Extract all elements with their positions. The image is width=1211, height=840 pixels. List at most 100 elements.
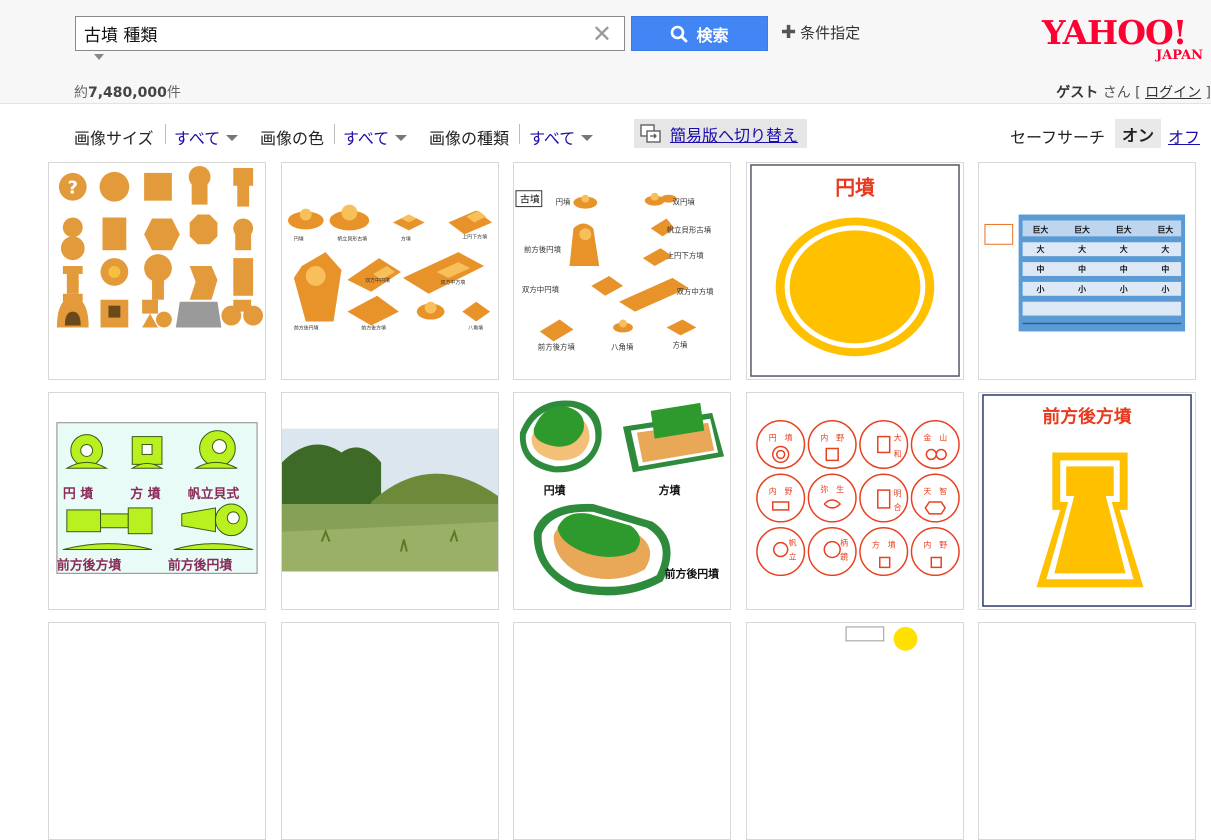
kofun-3d-types-image: 円墳 帆立貝形古墳 方墳 上円下方墳 前方後円墳 双方中円墳 双方中方墳 前方後…	[287, 204, 493, 331]
tile-label: 上円下方墳	[667, 250, 705, 260]
size-filter-label: 画像サイズ	[74, 129, 154, 148]
safesearch-on[interactable]: オン	[1115, 119, 1161, 148]
chart-cell: 巨大	[1157, 224, 1173, 234]
guest-label: ゲスト	[1056, 85, 1099, 101]
kofun-size-chart-image: 巨大 巨大 巨大 巨大 大 大 大 大 中 中 中 中 小 小 小 小	[984, 214, 1186, 332]
tile-label: 帆立貝形古墳	[667, 224, 712, 234]
stamp-char: 合	[894, 502, 902, 512]
stamp-char: 円	[769, 434, 777, 443]
tile-label: 前方後円墳	[665, 566, 720, 580]
tile-label: 前方後円墳	[524, 244, 562, 254]
image-result[interactable]: 円 墳 方 墳 帆立貝式 前方後方墳 前方後円墳	[48, 392, 266, 610]
image-result[interactable]	[48, 622, 266, 840]
tile-label: 前方後方墳	[538, 341, 576, 351]
simple-version-switch[interactable]: 簡易版へ切り替え	[634, 119, 807, 148]
stamp-char: 野	[836, 434, 844, 443]
stamp-char: 墳	[785, 433, 793, 443]
history-dropdown-icon[interactable]	[94, 54, 104, 60]
stamp-char: 智	[939, 486, 947, 496]
kofun-stamps-image: 円 墳 内 野 大 和 金 山 内 野 弥 生 明 合 天 智 帆 立 柄 鏡 …	[756, 420, 960, 577]
image-result[interactable]	[513, 622, 731, 840]
search-input[interactable]	[84, 17, 584, 50]
image-result[interactable]: 前方後方墳	[978, 392, 1196, 610]
svg-text:?: ?	[68, 178, 78, 199]
chart-cell: 小	[1161, 284, 1169, 294]
image-result[interactable]	[978, 622, 1196, 840]
kofun-photo-image	[282, 393, 498, 609]
tile-label: 円墳	[544, 483, 566, 497]
stamp-char: 生	[836, 484, 844, 494]
stamp-char: 帆	[789, 538, 797, 548]
chart-cell: 巨大	[1074, 224, 1090, 234]
tile-label: 帆立貝式	[188, 486, 240, 502]
chart-cell: 大	[1161, 244, 1169, 254]
tile-title: 古墳	[520, 193, 540, 206]
chart-cell: 小	[1036, 284, 1044, 294]
tile-label: 上円下方墳	[462, 233, 487, 240]
round-kofun-image: 円墳	[750, 164, 960, 377]
tile-title: 円墳	[835, 177, 875, 200]
image-result[interactable]	[281, 622, 499, 840]
stamp-char: 方	[872, 540, 880, 550]
divider	[334, 124, 335, 144]
switch-view-icon	[640, 123, 661, 143]
result-count-value: 7,480,000	[88, 85, 167, 101]
stamp-char: 天	[923, 487, 931, 496]
image-result[interactable]: 円 墳 内 野 大 和 金 山 内 野 弥 生 明 合 天 智 帆 立 柄 鏡 …	[746, 392, 964, 610]
simple-switch-label: 簡易版へ切り替え	[670, 125, 799, 145]
type-filter-label: 画像の種類	[429, 129, 510, 148]
stamp-char: 弥	[820, 484, 828, 494]
tile-label: 方墳	[401, 235, 411, 242]
yahoo-japan-logo[interactable]: YAHOO! JAPAN	[1040, 8, 1210, 62]
image-result[interactable]: ?	[48, 162, 266, 380]
divider	[519, 124, 520, 144]
image-result[interactable]: 円墳 方墳 前方後円墳	[513, 392, 731, 610]
image-result[interactable]: 巨大 巨大 巨大 巨大 大 大 大 大 中 中 中 中 小 小 小 小	[978, 162, 1196, 380]
tile-label: 方 墳	[130, 486, 160, 502]
tile-label: 円墳	[556, 197, 571, 207]
tile-label: 双方中円墳	[522, 284, 560, 294]
logo-name: YAHOO!	[1041, 13, 1186, 52]
search-button-label: 検索	[696, 25, 729, 45]
tile-label: 双方中方墳	[676, 286, 714, 296]
tile-title: 前方後方墳	[1042, 406, 1131, 428]
stamp-char: 山	[939, 433, 947, 443]
conditions-link[interactable]: ✚ 条件指定	[781, 22, 860, 43]
chevron-down-icon	[226, 135, 239, 141]
square-front-kofun-image: 前方後方墳	[982, 394, 1192, 607]
stamp-char: 内	[820, 433, 828, 443]
tile-label: 円墳	[294, 235, 304, 242]
color-filter-dropdown[interactable]: すべて	[343, 125, 408, 149]
image-result[interactable]: 古墳 円墳 双円墳 帆立貝形古墳 前方後円墳 上円下方墳 双方中円墳 双方中方墳…	[513, 162, 731, 380]
image-result[interactable]	[281, 392, 499, 610]
filter-bar: 画像サイズ すべて 画像の色 すべて 画像の種類 すべて 簡易版へ切り替え セー…	[0, 118, 1211, 150]
search-button[interactable]: 検索	[631, 16, 768, 51]
tile-label: 双方中方墳	[441, 279, 466, 286]
tile-label: 前方後方墳	[361, 324, 386, 331]
conditions-label: 条件指定	[800, 24, 861, 42]
image-result[interactable]: 円墳	[746, 162, 964, 380]
stamp-char: 明	[894, 489, 902, 498]
size-filter-dropdown[interactable]: すべて	[174, 125, 239, 149]
image-thumbnail	[845, 626, 918, 651]
stamp-char: 柄	[840, 538, 848, 548]
tile-label: 双円墳	[673, 197, 696, 207]
clear-icon[interactable]: ✕	[592, 20, 612, 48]
stamp-char: 野	[939, 541, 947, 550]
safesearch-off[interactable]: オフ	[1168, 124, 1200, 148]
safesearch-label: セーフサーチ	[1010, 128, 1106, 147]
stamp-char: 野	[785, 487, 793, 496]
chart-cell: 中	[1161, 264, 1169, 274]
login-link[interactable]: ログイン	[1145, 85, 1201, 101]
tile-label: 前方後円墳	[168, 557, 233, 573]
tile-label: 前方後方墳	[57, 557, 122, 573]
tile-label: 帆立貝形古墳	[337, 235, 367, 242]
search-box[interactable]: ✕	[75, 16, 625, 51]
stamp-char: 内	[769, 486, 777, 496]
kofun-types-green-image: 円 墳 方 墳 帆立貝式 前方後方墳 前方後円墳	[56, 422, 258, 574]
image-result[interactable]	[746, 622, 964, 840]
type-filter-dropdown[interactable]: すべて	[529, 125, 594, 149]
kofun-shapes-grid-image: ?	[56, 165, 264, 328]
user-area: ゲスト さん [ ログイン ]	[1056, 85, 1211, 101]
image-result[interactable]: 円墳 帆立貝形古墳 方墳 上円下方墳 前方後円墳 双方中円墳 双方中方墳 前方後…	[281, 162, 499, 380]
